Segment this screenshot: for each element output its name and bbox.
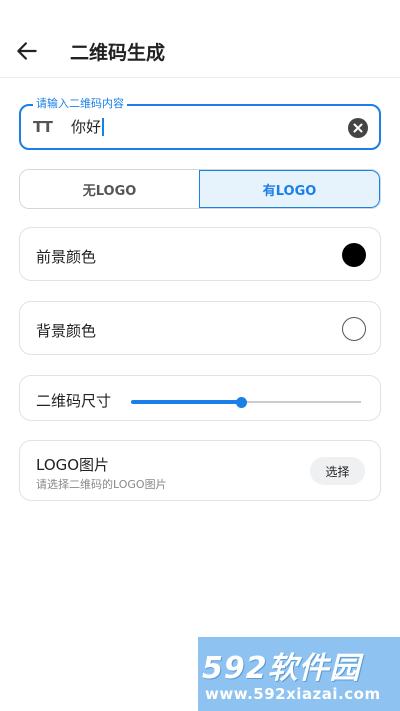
- select-logo-button[interactable]: 选择: [310, 457, 365, 485]
- content-input[interactable]: 请输入二维码内容 TT 你好: [19, 97, 381, 150]
- arrow-left-icon[interactable]: [14, 38, 40, 64]
- logo-image-subtitle: 请选择二维码的LOGO图片: [36, 478, 167, 491]
- qr-size-label: 二维码尺寸: [36, 392, 112, 410]
- foreground-color-row[interactable]: 前景颜色: [19, 227, 381, 281]
- text-size-icon: TT: [33, 118, 53, 136]
- page-title: 二维码生成: [70, 42, 166, 64]
- background-color-row[interactable]: 背景颜色: [19, 301, 381, 355]
- logo-mode-toggle: 无LOGO 有LOGO: [19, 169, 381, 209]
- slider-fill: [131, 400, 242, 404]
- logo-image-title: LOGO图片: [36, 456, 110, 474]
- watermark-url: www.592xiazai.com: [205, 685, 381, 703]
- foreground-color-swatch[interactable]: [342, 243, 366, 267]
- with-logo-option[interactable]: 有LOGO: [199, 170, 380, 208]
- background-color-label: 背景颜色: [36, 322, 97, 340]
- qr-size-row: 二维码尺寸: [19, 375, 381, 421]
- watermark: 592软件园 www.592xiazai.com: [198, 637, 400, 711]
- watermark-brand: 592软件园: [202, 651, 361, 686]
- content-input-label: 请输入二维码内容: [33, 97, 127, 111]
- slider-thumb[interactable]: [236, 397, 248, 408]
- content-input-value[interactable]: 你好: [71, 118, 105, 136]
- background-color-swatch[interactable]: [342, 317, 366, 341]
- clear-circle-icon[interactable]: [348, 118, 368, 138]
- no-logo-option[interactable]: 无LOGO: [20, 170, 199, 208]
- logo-image-row: LOGO图片 请选择二维码的LOGO图片 选择: [19, 440, 381, 501]
- app-header: 二维码生成: [0, 0, 400, 78]
- foreground-color-label: 前景颜色: [36, 248, 97, 266]
- qr-size-slider[interactable]: [131, 397, 361, 408]
